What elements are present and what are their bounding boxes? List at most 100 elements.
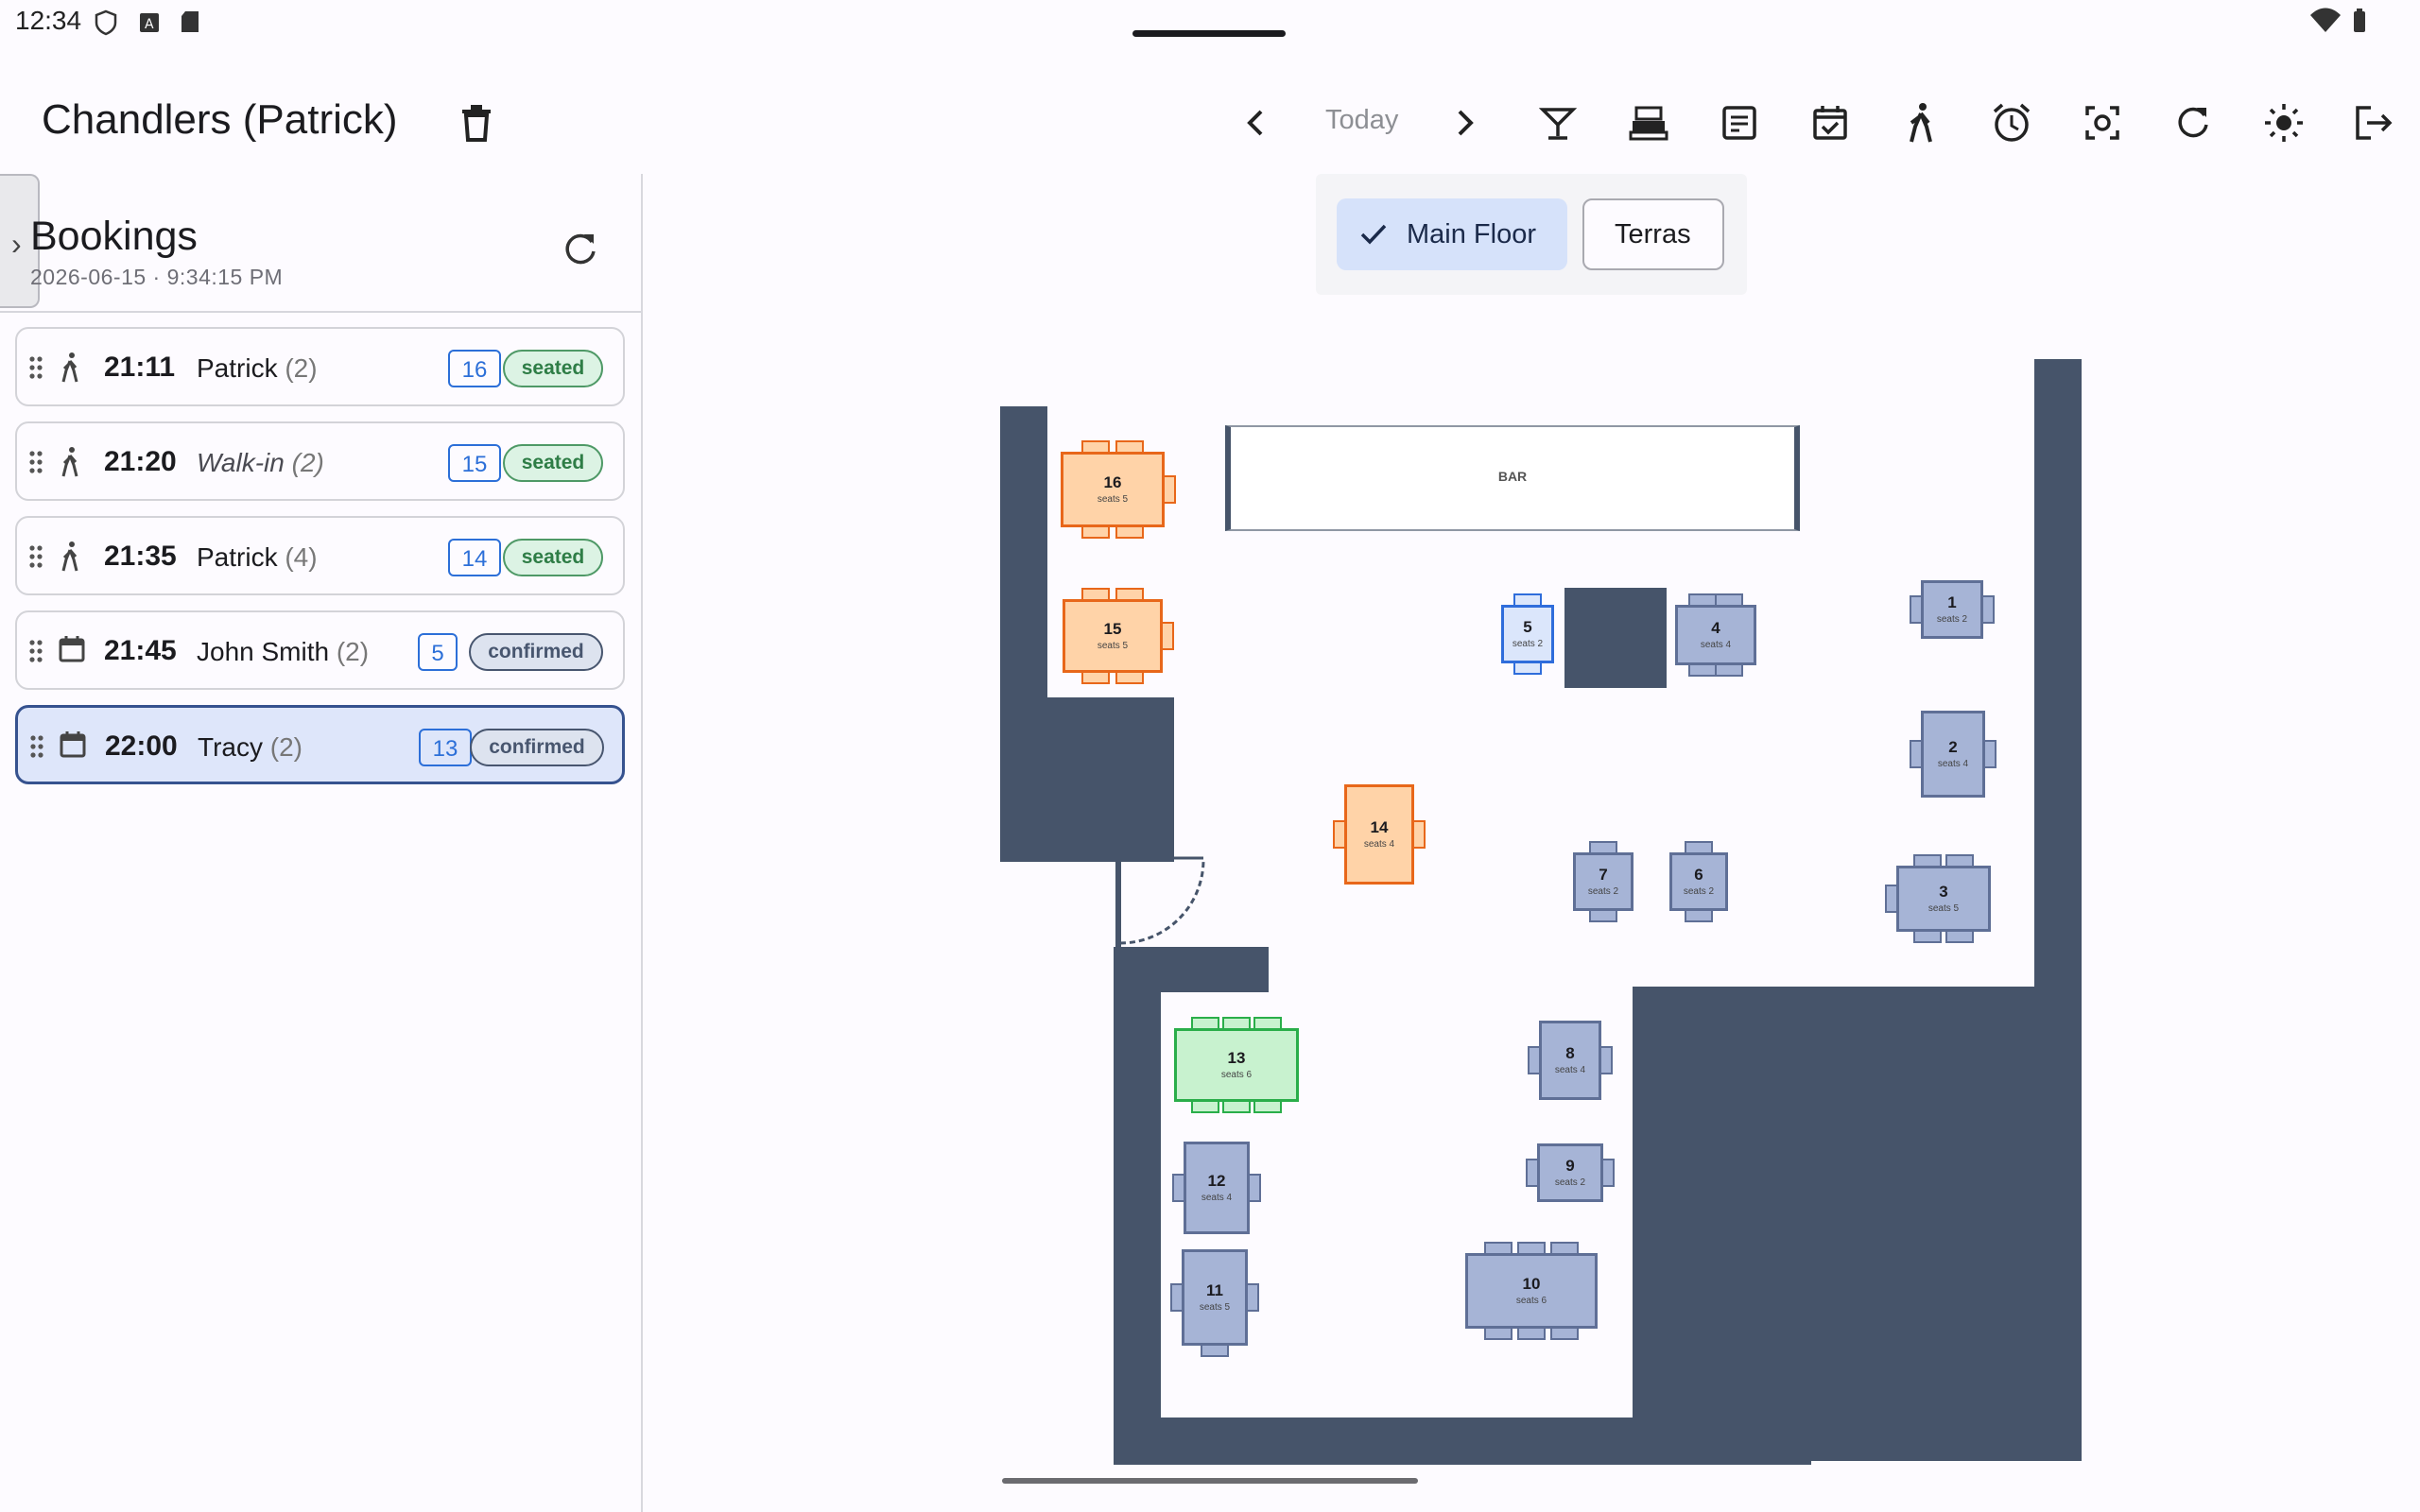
cash-register-icon[interactable]: [1620, 94, 1677, 151]
calendar-check-icon[interactable]: [1802, 94, 1858, 151]
tab-terras-label: Terras: [1615, 219, 1691, 249]
chair: [1253, 1100, 1282, 1113]
focus-icon[interactable]: [2074, 94, 2131, 151]
floor-table-13[interactable]: 13 seats 6: [1163, 1017, 1310, 1113]
table-seats: seats 4: [1363, 839, 1395, 850]
svg-text:A: A: [145, 17, 154, 32]
chair: [1161, 622, 1174, 650]
table-badge[interactable]: 15: [448, 444, 501, 482]
chair: [1163, 475, 1176, 504]
bar-label: BAR: [1497, 469, 1528, 484]
booking-row[interactable]: 22:00 Tracy (2) 13 confirmed: [15, 705, 625, 784]
table-number: 12: [1207, 1172, 1226, 1190]
booking-guest: John Smith (2): [197, 637, 369, 667]
walk-in-icon: [59, 541, 81, 573]
floor-table-15[interactable]: 15 seats 5: [1051, 588, 1174, 684]
chair: [1513, 662, 1542, 675]
chair: [1981, 595, 1995, 624]
floor-table-5[interactable]: 5 seats 2: [1490, 593, 1565, 675]
table-seats: seats 2: [1554, 1177, 1586, 1188]
walk-in-icon[interactable]: [1893, 94, 1949, 151]
booking-row[interactable]: 21:35 Patrick (4) 14 seated: [15, 516, 625, 595]
table-number: 6: [1694, 866, 1703, 884]
guest-name: Patrick: [197, 542, 278, 572]
drag-handle-icon[interactable]: [29, 734, 44, 759]
floor-table-8[interactable]: 8 seats 4: [1528, 1009, 1613, 1111]
cocktail-icon[interactable]: [1530, 94, 1586, 151]
booking-time: 22:00: [105, 730, 178, 762]
drag-handle-icon[interactable]: [28, 639, 43, 663]
walk-in-icon: [59, 446, 81, 478]
booking-row[interactable]: 21:45 John Smith (2) 5 confirmed: [15, 610, 625, 690]
status-badge: seated: [503, 444, 603, 482]
table-badge[interactable]: 14: [448, 539, 501, 576]
floor-table-6[interactable]: 6 seats 2: [1658, 841, 1739, 922]
booking-time: 21:20: [104, 446, 177, 477]
floor-table-16[interactable]: 16 seats 5: [1049, 440, 1176, 539]
chair: [1412, 820, 1426, 849]
refresh-icon[interactable]: [2165, 94, 2221, 151]
party-size: (2): [285, 353, 318, 383]
floor-table-7[interactable]: 7 seats 2: [1562, 841, 1645, 922]
status-badge: confirmed: [470, 729, 604, 766]
booking-row[interactable]: 21:11 Patrick (2) 16 seated: [15, 327, 625, 406]
alarm-icon[interactable]: [1983, 94, 2040, 151]
floor-table-11[interactable]: 11 seats 5: [1170, 1238, 1259, 1357]
brightness-icon[interactable]: [2256, 94, 2312, 151]
floor-table-9[interactable]: 9 seats 2: [1526, 1132, 1615, 1213]
battery-icon: [2352, 8, 2367, 34]
chevron-left-icon[interactable]: [1227, 94, 1284, 151]
status-icons: A: [95, 8, 208, 38]
table-number: 8: [1565, 1044, 1575, 1062]
bookings-date: 2026-06-15 · 9:34:15 PM: [30, 265, 284, 289]
delete-icon[interactable]: [448, 94, 505, 151]
table-seats: seats 5: [1927, 903, 1960, 914]
drag-handle-icon[interactable]: [28, 355, 43, 380]
pillar: [1564, 588, 1667, 688]
wall: [2034, 359, 2082, 1461]
table-number: 3: [1939, 883, 1948, 901]
table-top: 3 seats 5: [1896, 866, 1991, 932]
page-title: Chandlers (Patrick): [42, 96, 398, 143]
table-top: 12 seats 4: [1184, 1142, 1250, 1234]
table-top: 9 seats 2: [1537, 1143, 1603, 1202]
table-seats: seats 6: [1515, 1296, 1547, 1306]
floor-table-1[interactable]: 1 seats 2: [1910, 569, 1995, 650]
status-badge: seated: [503, 539, 603, 576]
floor-table-10[interactable]: 10 seats 6: [1454, 1242, 1609, 1340]
table-number: 4: [1711, 619, 1720, 637]
floor-table-2[interactable]: 2 seats 4: [1910, 699, 1996, 809]
guest-name: Walk-in: [197, 448, 285, 477]
receipt-icon[interactable]: [1711, 94, 1768, 151]
table-seats: seats 6: [1220, 1070, 1253, 1080]
chair: [1715, 663, 1744, 677]
booking-guest: Patrick (2): [197, 353, 318, 384]
chevron-right-icon[interactable]: ›: [11, 227, 22, 262]
floor-table-4[interactable]: 4 seats 4: [1664, 593, 1768, 677]
guest-name: Patrick: [197, 353, 278, 383]
table-top: 4 seats 4: [1675, 605, 1756, 665]
table-badge[interactable]: 5: [418, 633, 458, 671]
floor-table-3[interactable]: 3 seats 5: [1885, 854, 2002, 943]
booking-time: 21:11: [104, 352, 176, 383]
drag-handle-icon[interactable]: [28, 450, 43, 474]
chair: [1080, 525, 1110, 539]
table-badge[interactable]: 13: [419, 729, 472, 766]
refresh-icon[interactable]: [562, 231, 599, 268]
logout-icon[interactable]: [2346, 94, 2403, 151]
drag-handle-icon[interactable]: [28, 544, 43, 569]
chevron-right-icon[interactable]: [1437, 94, 1494, 151]
table-number: 13: [1227, 1049, 1246, 1067]
floor-table-14[interactable]: 14 seats 4: [1333, 773, 1426, 896]
table-top: 15 seats 5: [1063, 599, 1163, 673]
table-seats: seats 4: [1554, 1065, 1586, 1075]
bookings-title: Bookings: [30, 214, 198, 259]
floor-table-12[interactable]: 12 seats 4: [1172, 1130, 1261, 1246]
party-size: (4): [285, 542, 318, 572]
status-badge: confirmed: [469, 633, 603, 671]
today-button[interactable]: Today: [1325, 105, 1398, 136]
chair: [1687, 663, 1717, 677]
table-number: 9: [1565, 1157, 1575, 1175]
booking-row[interactable]: 21:20 Walk-in (2) 15 seated: [15, 421, 625, 501]
table-badge[interactable]: 16: [448, 350, 501, 387]
